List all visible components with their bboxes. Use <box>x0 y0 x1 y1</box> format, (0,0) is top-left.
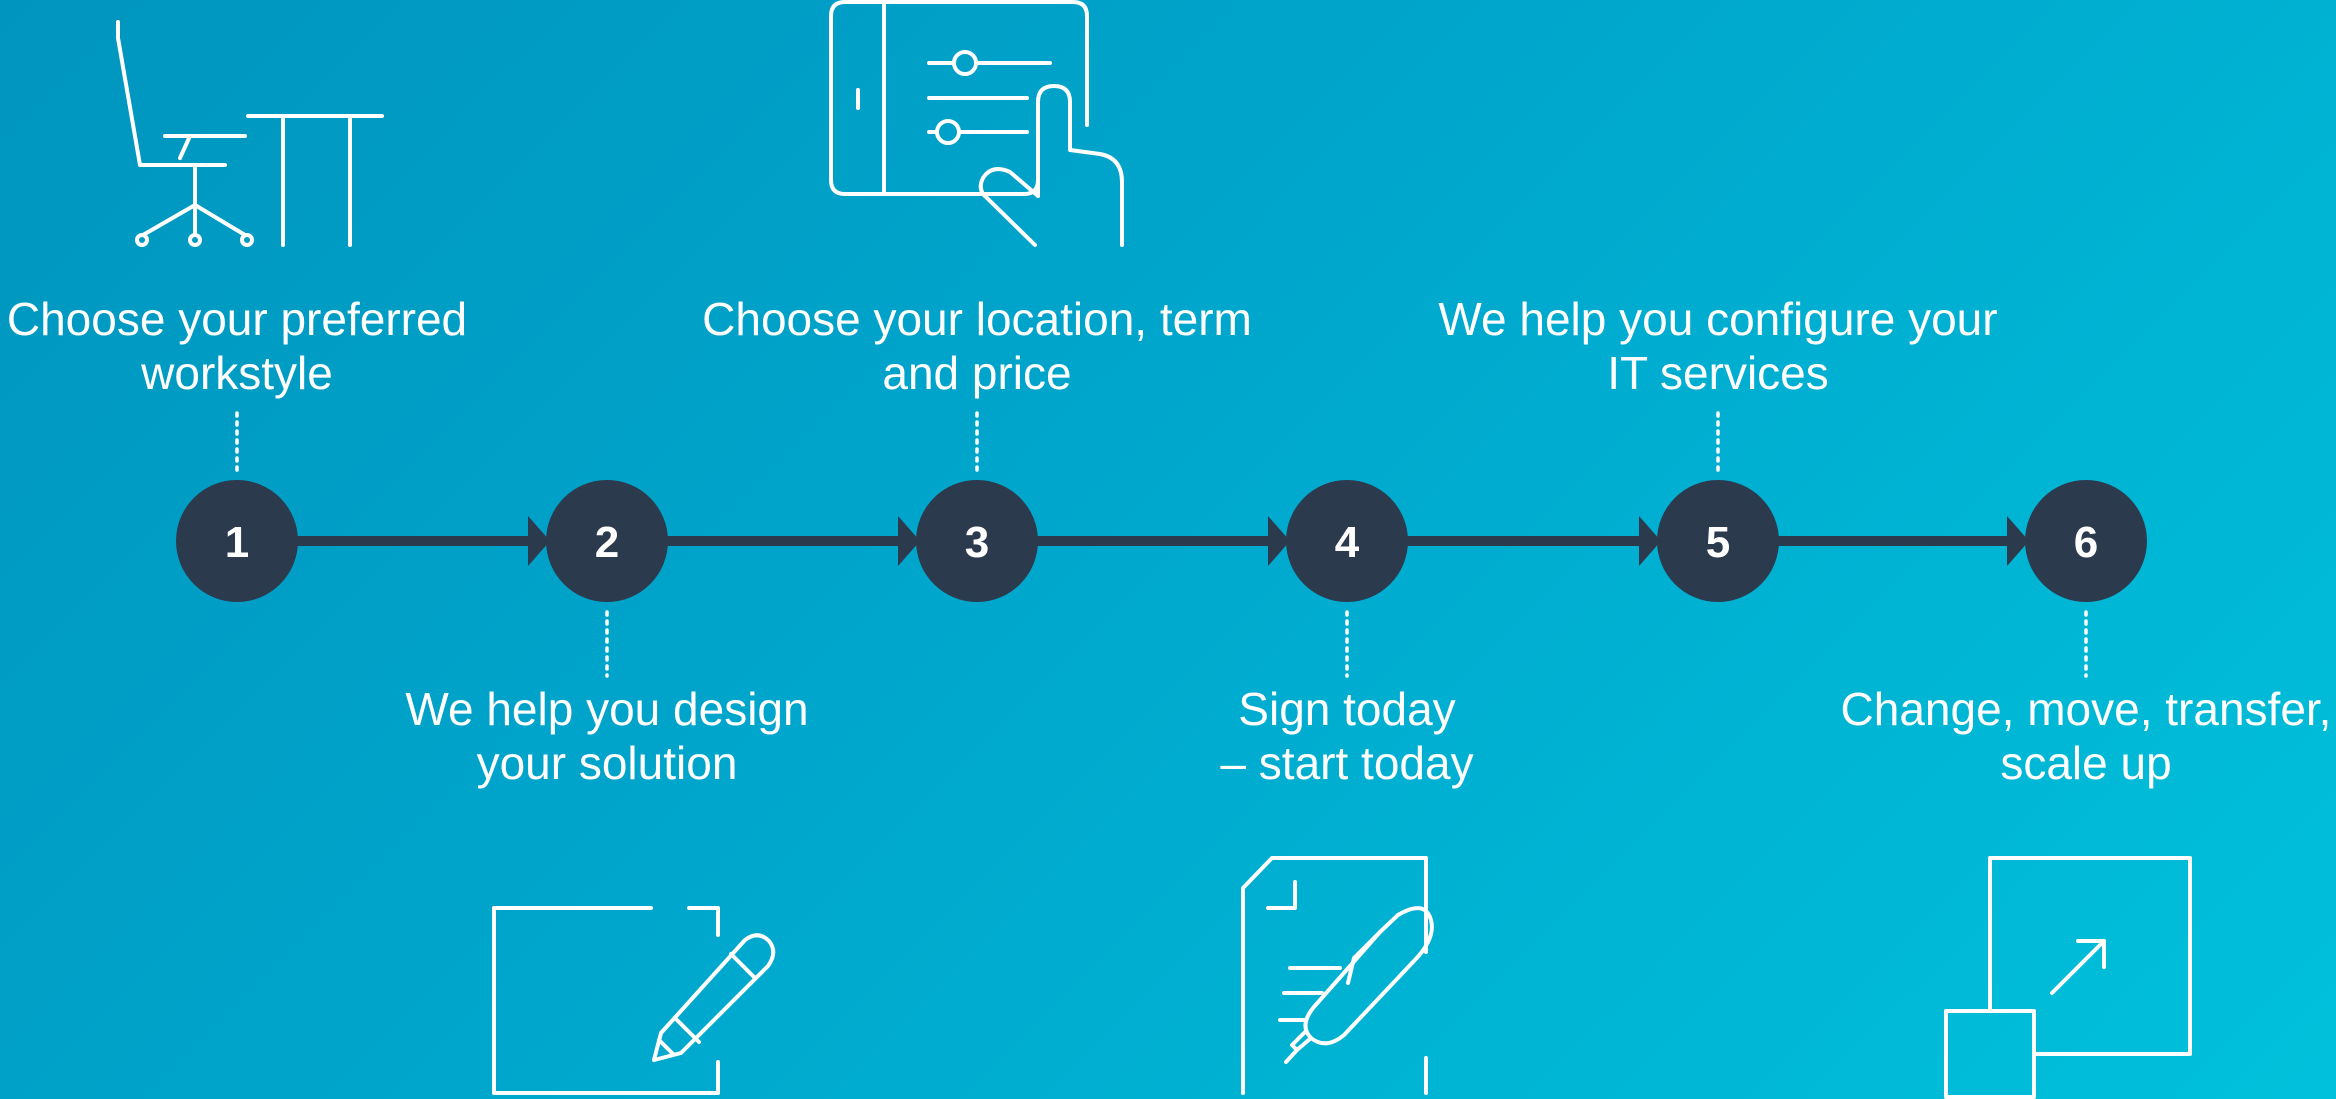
connectors <box>235 411 2088 678</box>
step-number: 5 <box>1706 518 1730 567</box>
chair-desk-icon <box>116 20 384 247</box>
step-label: Change, move, transfer, scale up <box>1841 682 2332 790</box>
arrow-shaft <box>1036 536 1270 546</box>
arrow-shaft <box>666 536 900 546</box>
step-label-line: Choose your preferred <box>6 293 468 345</box>
step-label-line: scale up <box>2000 737 2172 789</box>
step-label-line: We help you configure your <box>1438 293 1998 345</box>
scale-up-icon <box>1944 856 2192 1099</box>
step-label-line: Change, move, transfer, <box>1840 683 2332 735</box>
step-label: Sign today – start today <box>1220 682 1473 790</box>
step-label-line: Sign today <box>1238 683 1456 735</box>
step-label-line: We help you design <box>405 683 809 735</box>
process-diagram: 1 2 3 4 5 6 Choose your preferred workstyle We … <box>0 0 2336 1099</box>
step-label-line: workstyle <box>141 347 333 399</box>
step-number: 6 <box>2074 518 2098 567</box>
document-pen-icon <box>1241 856 1434 1095</box>
step-label-line: your solution <box>476 737 738 789</box>
tablet-sliders-icon <box>829 0 1124 247</box>
arrow-shaft <box>1406 536 1641 546</box>
step-label-line: Choose your location, term <box>702 293 1252 345</box>
step-number: 1 <box>225 518 249 567</box>
step-label-line: – start today <box>1220 737 1474 789</box>
step-label: Choose your preferred workstyle <box>7 292 467 400</box>
step-number: 3 <box>965 518 989 567</box>
step-number: 2 <box>595 518 619 567</box>
step-label: We help you design your solution <box>405 682 808 790</box>
arrow-shaft <box>1777 536 2009 546</box>
step-label-line: and price <box>882 347 1072 399</box>
process-flow-svg: 1 2 3 4 5 6 <box>116 0 2192 1099</box>
step-number: 4 <box>1335 518 1360 567</box>
arrow-shaft <box>296 536 530 546</box>
step-label-line: IT services <box>1607 347 1829 399</box>
step-label: Choose your location, term and price <box>702 292 1252 400</box>
step-label: We help you configure your IT services <box>1438 292 1997 400</box>
frame-pencil-icon <box>492 906 776 1095</box>
